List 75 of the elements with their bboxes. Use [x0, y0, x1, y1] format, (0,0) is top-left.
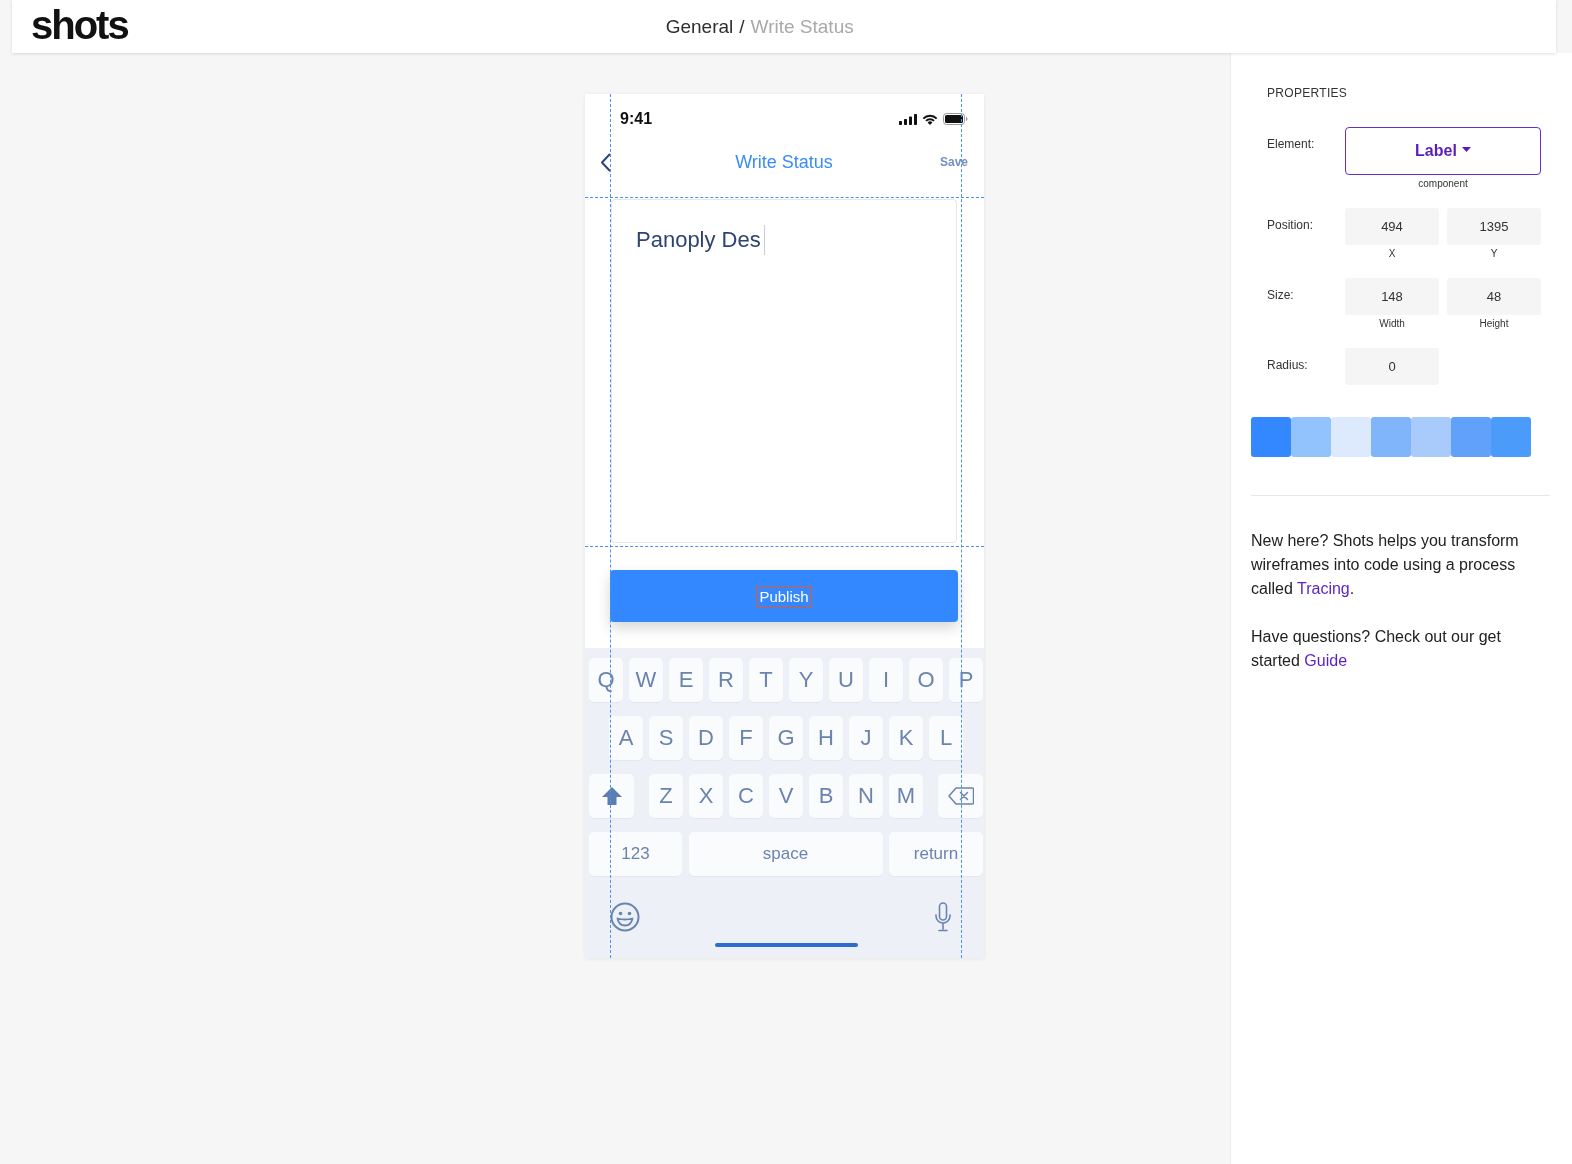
signal-icon	[899, 113, 917, 125]
caret-icon	[1461, 147, 1471, 152]
color-swatch[interactable]	[1291, 417, 1331, 457]
field-label: Size:	[1267, 287, 1295, 302]
keyboard-key[interactable]: G	[769, 716, 803, 760]
panel-heading: PROPERTIES	[1267, 86, 1349, 100]
keyboard-key[interactable]: T	[749, 658, 783, 702]
keyboard-key[interactable]: V	[769, 774, 803, 818]
number-field[interactable]: 1395	[1447, 208, 1541, 245]
number-field[interactable]: 148	[1345, 278, 1439, 315]
keyboard-key[interactable]: O	[909, 658, 943, 702]
shift-key[interactable]	[589, 774, 634, 818]
app-logo: shots	[31, 1, 128, 49]
color-swatch[interactable]	[1411, 417, 1451, 457]
keyboard-key[interactable]: X	[689, 774, 723, 818]
return-key[interactable]: return	[889, 832, 983, 876]
keyboard-key[interactable]: C	[729, 774, 763, 818]
field-caption: component	[1418, 178, 1468, 190]
number-field[interactable]: 0	[1345, 348, 1439, 385]
number-field[interactable]: 494	[1345, 208, 1439, 245]
keyboard-key[interactable]: I	[869, 658, 903, 702]
save-button[interactable]: Save	[939, 155, 968, 169]
keyboard-key[interactable]: L	[929, 716, 963, 760]
delete-key[interactable]	[938, 774, 983, 818]
keyboard-key[interactable]: Z	[649, 774, 683, 818]
field-caption: Height	[1479, 318, 1509, 330]
emoji-icon[interactable]	[610, 902, 640, 932]
help-text: New here? Shots helps you transform wireframes into code using a process called Tracing.	[1251, 531, 1520, 599]
screen-title: Write Status	[735, 151, 833, 173]
breadcrumb-link[interactable]: General	[665, 14, 734, 39]
microphone-icon[interactable]	[935, 902, 951, 932]
keyboard-key[interactable]: N	[849, 774, 883, 818]
keyboard-key[interactable]: B	[809, 774, 843, 818]
keyboard-key[interactable]: U	[829, 658, 863, 702]
back-chevron-icon[interactable]	[600, 152, 611, 172]
element-dropdown[interactable]: Label	[1345, 127, 1541, 175]
keyboard-key[interactable]: E	[669, 658, 703, 702]
field-caption: Width	[1379, 318, 1405, 330]
keyboard-key[interactable]: M	[889, 774, 923, 818]
keyboard-key[interactable]: F	[729, 716, 763, 760]
keyboard-key[interactable]: A	[609, 716, 643, 760]
color-swatch[interactable]	[1451, 417, 1491, 457]
keyboard-key[interactable]: Q	[589, 658, 623, 702]
numbers-key[interactable]: 123	[589, 832, 682, 876]
help-text: Have questions? Check out our get started Guide	[1251, 627, 1502, 671]
shift-arrow-icon	[600, 786, 623, 806]
field-label: Element:	[1267, 136, 1316, 151]
color-swatch[interactable]	[1251, 417, 1291, 457]
space-key[interactable]: space	[688, 832, 883, 876]
field-caption: X	[1388, 248, 1396, 260]
breadcrumb-separator: /	[739, 14, 745, 39]
keyboard-key[interactable]: D	[689, 716, 723, 760]
publish-button[interactable]: Publish	[610, 570, 958, 622]
keyboard-key[interactable]: S	[649, 716, 683, 760]
breadcrumb-current: Write Status	[750, 14, 854, 39]
status-time: 9:41	[620, 110, 653, 128]
keyboard-key[interactable]: H	[809, 716, 843, 760]
color-swatch[interactable]	[1371, 417, 1411, 457]
status-text-field[interactable]: Panoply Des	[611, 199, 957, 543]
help-link[interactable]: Guide	[1304, 652, 1348, 669]
keyboard-key[interactable]: K	[889, 716, 923, 760]
help-link[interactable]: Tracing	[1296, 580, 1350, 597]
backspace-icon	[947, 787, 974, 805]
wifi-icon	[922, 113, 938, 125]
keyboard-key[interactable]: R	[709, 658, 743, 702]
color-swatch[interactable]	[1491, 417, 1531, 457]
battery-icon	[943, 113, 968, 125]
field-label: Position:	[1267, 217, 1315, 232]
field-label: Radius:	[1267, 357, 1309, 372]
color-swatch[interactable]	[1331, 417, 1371, 457]
keyboard-key[interactable]: Y	[789, 658, 823, 702]
field-caption: Y	[1490, 248, 1498, 260]
number-field[interactable]: 48	[1447, 278, 1541, 315]
keyboard-key[interactable]: W	[629, 658, 663, 702]
keyboard-key[interactable]: J	[849, 716, 883, 760]
